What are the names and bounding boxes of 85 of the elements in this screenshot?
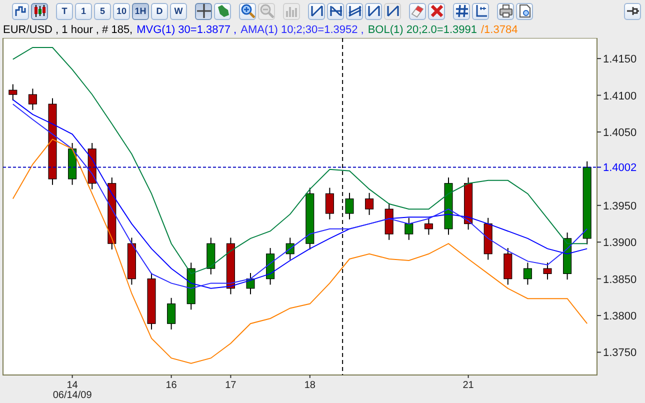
toolbar-button[interactable]: [327, 2, 344, 20]
date-label: 06/14/09: [52, 390, 92, 401]
axis-label: 17: [225, 380, 236, 391]
zoom-in-icon: [240, 4, 254, 18]
candlestick: [523, 262, 532, 286]
period-button[interactable]: 1H: [132, 2, 149, 20]
legend-text: AMA(1) 10;2;30=1.3952 ,: [240, 24, 364, 36]
candlestick: [504, 247, 512, 286]
chart-title: EUR/USD , 1 hour , # 185,: [3, 24, 133, 36]
candlestick-icon: [32, 4, 46, 18]
axis-label: 18: [304, 380, 316, 391]
period-button[interactable]: W: [170, 2, 187, 20]
candlestick: [28, 88, 37, 110]
candlestick: [147, 272, 156, 330]
period-button[interactable]: T: [56, 2, 73, 20]
grid-icon: [454, 4, 468, 18]
axis-label: 1.3900: [603, 237, 637, 250]
candlestick: [464, 177, 473, 230]
candlestick: [404, 217, 414, 240]
zoom-out-icon: [260, 4, 274, 18]
period-button[interactable]: D: [151, 2, 168, 20]
line-tool-icon: [348, 4, 362, 18]
candlestick: [384, 202, 394, 240]
line-tool-icon: [310, 4, 324, 18]
legend-text: /1.3784: [481, 24, 518, 36]
candlestick: [266, 247, 275, 286]
period-button[interactable]: 5: [94, 2, 111, 20]
candlestick: [365, 192, 374, 216]
candlestick: [543, 262, 552, 280]
candlestick: [325, 187, 334, 220]
axis-label: 1.3950: [603, 200, 637, 212]
candlestick: [186, 262, 196, 310]
candlestick: [306, 187, 314, 250]
delete-icon: [430, 4, 444, 18]
toolbar-button[interactable]: [195, 2, 212, 20]
toolbar-button[interactable]: [308, 2, 325, 20]
toolbar-button[interactable]: [516, 2, 533, 20]
line-tool-icon: [366, 4, 380, 18]
line-tool-icon: [386, 4, 400, 18]
axis-label: 1.4050: [603, 126, 637, 139]
candlestick: [226, 237, 235, 295]
bar-chart-icon: [284, 4, 298, 18]
candlestick: [424, 217, 433, 236]
candlestick: [167, 297, 176, 330]
toolbar-button[interactable]: [346, 2, 363, 20]
crosshair-icon: [196, 4, 210, 18]
toolbar-button[interactable]: [497, 2, 514, 20]
period-button[interactable]: 1: [75, 2, 92, 20]
legend-text: MVG(1) 30=1.3877 ,: [136, 24, 237, 36]
axis-label: 21: [462, 380, 474, 391]
toolbar-button[interactable]: [239, 2, 256, 20]
pin-icon: [626, 4, 640, 18]
period-button[interactable]: 10: [113, 2, 130, 20]
candlestick: [563, 232, 572, 280]
candlestick: [8, 84, 18, 101]
axis-label: 1.3800: [603, 310, 637, 323]
toolbar-button[interactable]: [453, 2, 470, 20]
toolbar-button[interactable]: [365, 2, 382, 20]
candlestick: [206, 237, 216, 275]
printer-icon: [498, 4, 512, 18]
toolbar-button[interactable]: [31, 2, 48, 20]
axis-label: 1.3750: [603, 347, 637, 360]
candlestick: [484, 217, 492, 260]
candlestick: [345, 192, 354, 220]
candlestick: [444, 177, 453, 236]
axis-label: 1.4100: [603, 90, 637, 102]
axis-label: 1.3850: [603, 274, 637, 286]
print-preview-icon: [518, 4, 532, 18]
toolbar-button[interactable]: [624, 2, 641, 20]
candlestick: [246, 272, 255, 295]
candlestick: [286, 237, 294, 260]
toolbar-button[interactable]: [472, 2, 489, 20]
current-price-label: 1.4002: [603, 162, 637, 174]
axis-label: 14: [66, 380, 78, 391]
toolbar-button[interactable]: [12, 2, 29, 20]
line-tool-icon: [328, 4, 342, 18]
candlestick: [88, 142, 96, 190]
candlestick: [68, 142, 77, 186]
axis-label: 16: [166, 380, 177, 391]
candlestick: [127, 237, 136, 286]
eraser-icon: [410, 4, 424, 18]
line-chart-icon: [14, 4, 28, 18]
axis-label: 1.4150: [603, 54, 637, 66]
axis-grid-icon: [474, 4, 488, 18]
legend-text: BOL(1) 20;2.0=1.3991: [368, 24, 477, 36]
